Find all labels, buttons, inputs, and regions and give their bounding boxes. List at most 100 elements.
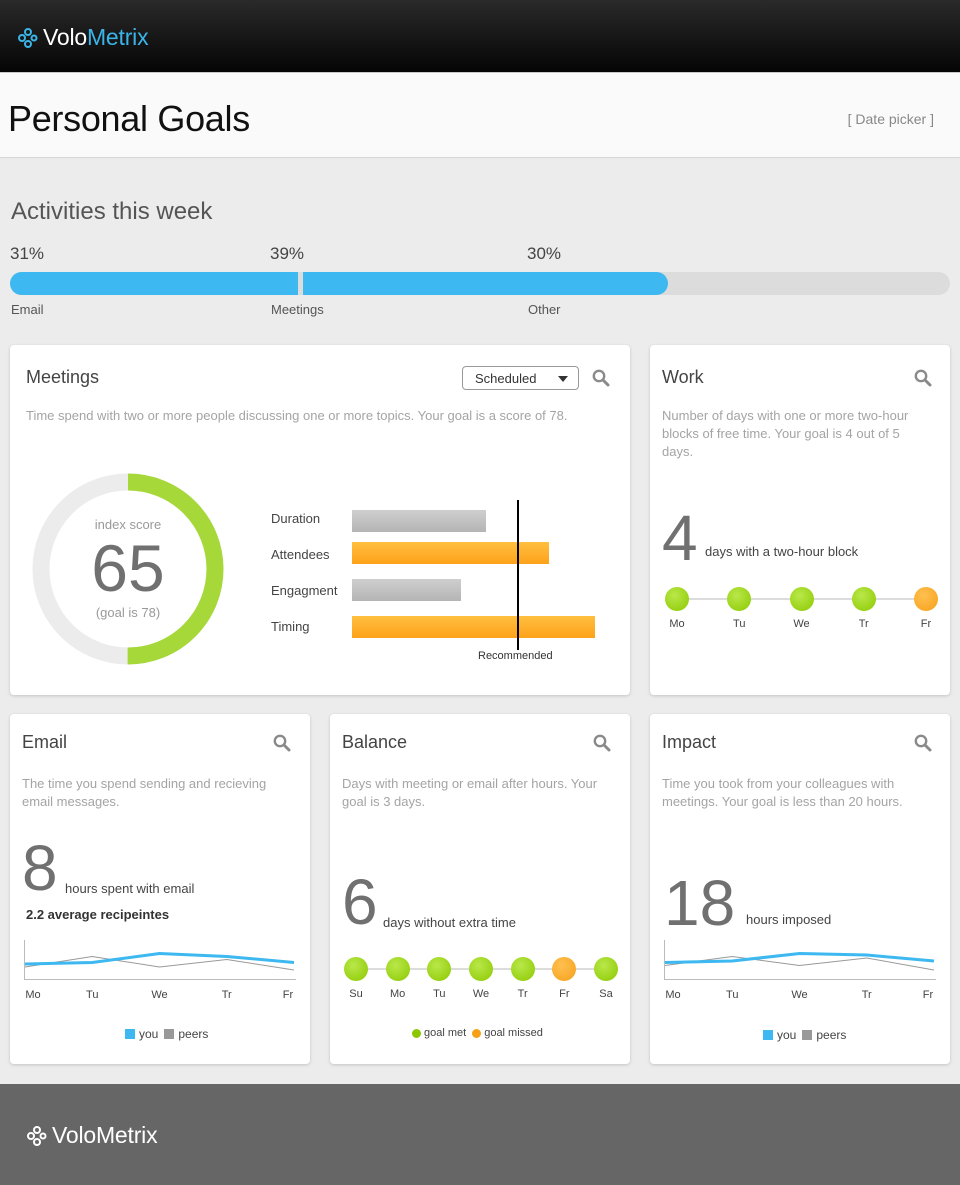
index-score-donut: index score 65 (goal is 78) (30, 471, 226, 667)
top-bar: VoloMetrix (0, 0, 960, 72)
legend-missed-label: goal missed (484, 1027, 543, 1039)
bar-label-engagment: Engagment (271, 583, 338, 598)
page-header: Personal Goals [ Date picker ] (0, 72, 960, 158)
email-day-label: We (151, 989, 168, 1001)
search-icon[interactable] (273, 734, 291, 752)
other-percent: 30% (527, 244, 562, 263)
legend-peers-label: peers (178, 1027, 209, 1041)
balance-dot-tu (427, 957, 452, 981)
impact-description: Time you took from your colleagues with … (662, 776, 903, 809)
index-score-value: 65 (91, 531, 165, 605)
chevron-down-icon (558, 376, 568, 382)
bar-label-attendees: Attendees (271, 547, 330, 562)
work-dot-we (789, 587, 814, 611)
balance-card: Balance Days with meeting or email after… (330, 714, 630, 1064)
balance-dot-sa (594, 957, 618, 981)
impact-legend: you peers (763, 1028, 846, 1042)
search-icon[interactable] (592, 369, 610, 387)
work-day-label: Tr (858, 618, 869, 630)
balance-dot-we (469, 957, 493, 981)
impact-caption: hours imposed (746, 912, 832, 927)
meetings-filter-value: Scheduled (475, 371, 537, 386)
balance-dot-tr (510, 957, 535, 981)
meetings-description: Time spend with two or more people discu… (26, 408, 568, 423)
balance-number: 6 (342, 866, 378, 938)
footer-logo[interactable]: VoloMetrix (26, 1122, 158, 1149)
impact-line-chart (664, 940, 936, 980)
work-day-label: Fr (920, 618, 932, 630)
work-title: Work (662, 367, 704, 387)
email-day-label: Tu (86, 989, 99, 1001)
legend-met-dot (412, 1028, 421, 1038)
work-day-label: Tu (733, 618, 746, 630)
activities-title: Activities this week (11, 198, 213, 225)
impact-title: Impact (662, 732, 717, 752)
bar-label-timing: Timing (271, 619, 310, 634)
bar-engagment (352, 579, 462, 601)
balance-caption: days without extra time (383, 915, 516, 930)
meetings-filter-select[interactable]: Scheduled (462, 366, 579, 390)
legend-you-swatch (125, 1029, 135, 1039)
brand-name: VoloMetrix (43, 24, 149, 50)
impact-day-label: Fr (922, 989, 934, 1001)
search-icon[interactable] (914, 369, 932, 387)
balance-dot-mo (385, 957, 410, 981)
balance-title: Balance (342, 732, 408, 752)
email-number: 8 (22, 832, 58, 904)
email-subcaption: 2.2 average recipeintes (26, 907, 170, 922)
impact-day-label: We (791, 989, 808, 1001)
legend-peers-swatch (164, 1029, 175, 1039)
work-description: Number of days with one or more two-hour… (662, 408, 909, 459)
activity-label-other: Other (528, 302, 561, 317)
legend-you-label: you (777, 1028, 797, 1042)
activity-label-email: Email (11, 302, 44, 317)
legend-you-swatch (763, 1030, 773, 1040)
meetings-title: Meetings (26, 367, 100, 387)
balance-legend: goal met goal missed (412, 1027, 543, 1039)
legend-peers-label: peers (816, 1028, 847, 1042)
legend-peers-swatch (802, 1030, 813, 1040)
logo-icon (27, 1125, 47, 1146)
balance-day-label: We (472, 988, 490, 1000)
balance-day-label: Sa (599, 988, 613, 1000)
work-day-label: Mo (669, 618, 685, 630)
balance-dot-su (344, 957, 368, 981)
legend-met-label: goal met (424, 1027, 467, 1039)
email-day-label: Fr (282, 989, 294, 1001)
recommended-label: Recommended (478, 650, 553, 662)
balance-day-label: Su (349, 988, 363, 1000)
recommended-marker (517, 500, 520, 650)
work-card: Work Number of days with one or more two… (650, 345, 950, 695)
impact-day-label: Tu (726, 989, 739, 1001)
work-dot-fr (914, 587, 938, 611)
email-caption: hours spent with email (65, 881, 195, 896)
index-score-goal: (goal is 78) (95, 605, 161, 620)
balance-day-label: Tr (517, 988, 528, 1000)
email-series-you (24, 951, 295, 966)
impact-day-label: Mo (665, 989, 681, 1001)
search-icon[interactable] (914, 734, 932, 752)
email-legend: you peers (125, 1027, 208, 1041)
search-icon[interactable] (593, 734, 611, 752)
activity-segment-meetings[interactable] (303, 272, 668, 295)
email-title: Email (22, 732, 68, 752)
email-day-label: Tr (221, 989, 232, 1001)
balance-day-label: Fr (559, 988, 570, 1000)
work-dot-tu (727, 587, 752, 611)
index-score-label: index score (94, 517, 162, 532)
page-title: Personal Goals (8, 98, 250, 139)
date-picker[interactable]: [ Date picker ] (848, 111, 934, 127)
footer-brand-name: VoloMetrix (52, 1122, 158, 1148)
impact-series-you (664, 951, 935, 964)
work-dot-mo (665, 587, 689, 611)
impact-number: 18 (664, 867, 736, 939)
email-line-chart (24, 940, 296, 980)
impact-card: Impact Time you took from your colleague… (650, 714, 950, 1064)
brand-logo[interactable]: VoloMetrix (17, 24, 149, 51)
work-day-label: We (793, 618, 810, 630)
activity-segment-email[interactable] (10, 272, 299, 295)
email-description: The time you spend sending and recieving… (22, 776, 267, 809)
email-card: Email The time you spend sending and rec… (10, 714, 310, 1064)
work-dot-tr (851, 587, 876, 611)
meetings-percent: 39% (270, 244, 305, 263)
